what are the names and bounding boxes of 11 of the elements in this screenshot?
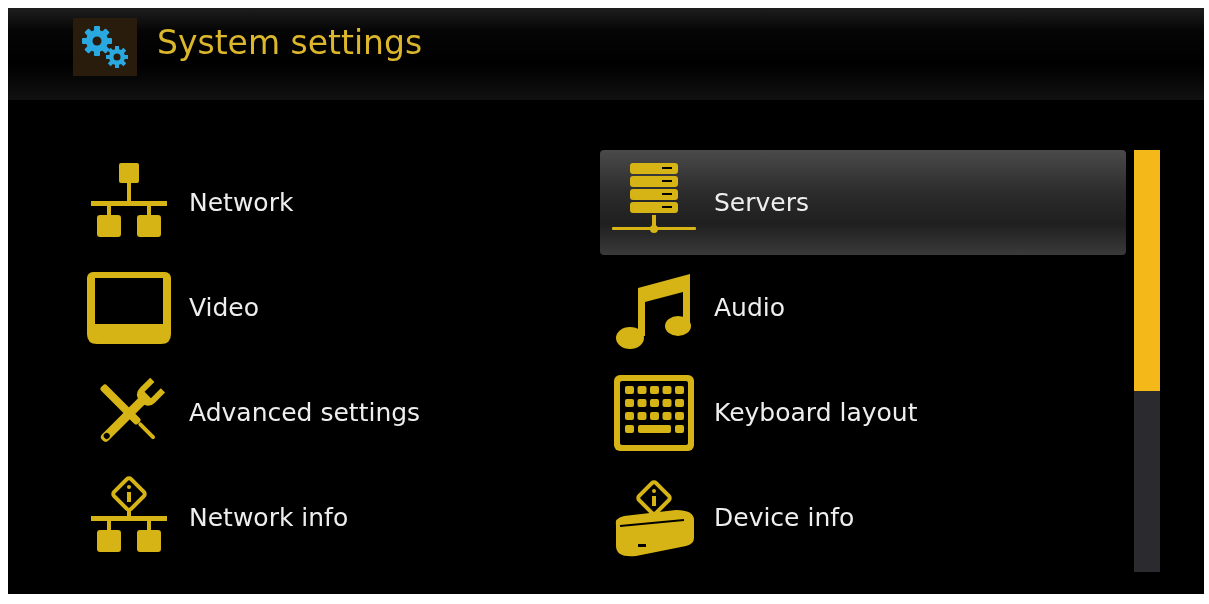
screen-title: System settings (157, 22, 423, 64)
menu-item[interactable]: Video (75, 255, 600, 360)
menu-item[interactable]: Advanced settings (75, 360, 600, 465)
menu-item[interactable]: Network (75, 150, 600, 255)
settings-icon (73, 18, 137, 76)
menu-item[interactable]: Device info (600, 465, 1126, 570)
menu-item[interactable]: Audio (600, 255, 1126, 360)
menu-item[interactable]: Keyboard layout (600, 360, 1126, 465)
scrollbar[interactable] (1134, 150, 1160, 572)
menu-item[interactable]: Network info (75, 465, 600, 570)
menu-item[interactable]: Servers (600, 150, 1126, 255)
